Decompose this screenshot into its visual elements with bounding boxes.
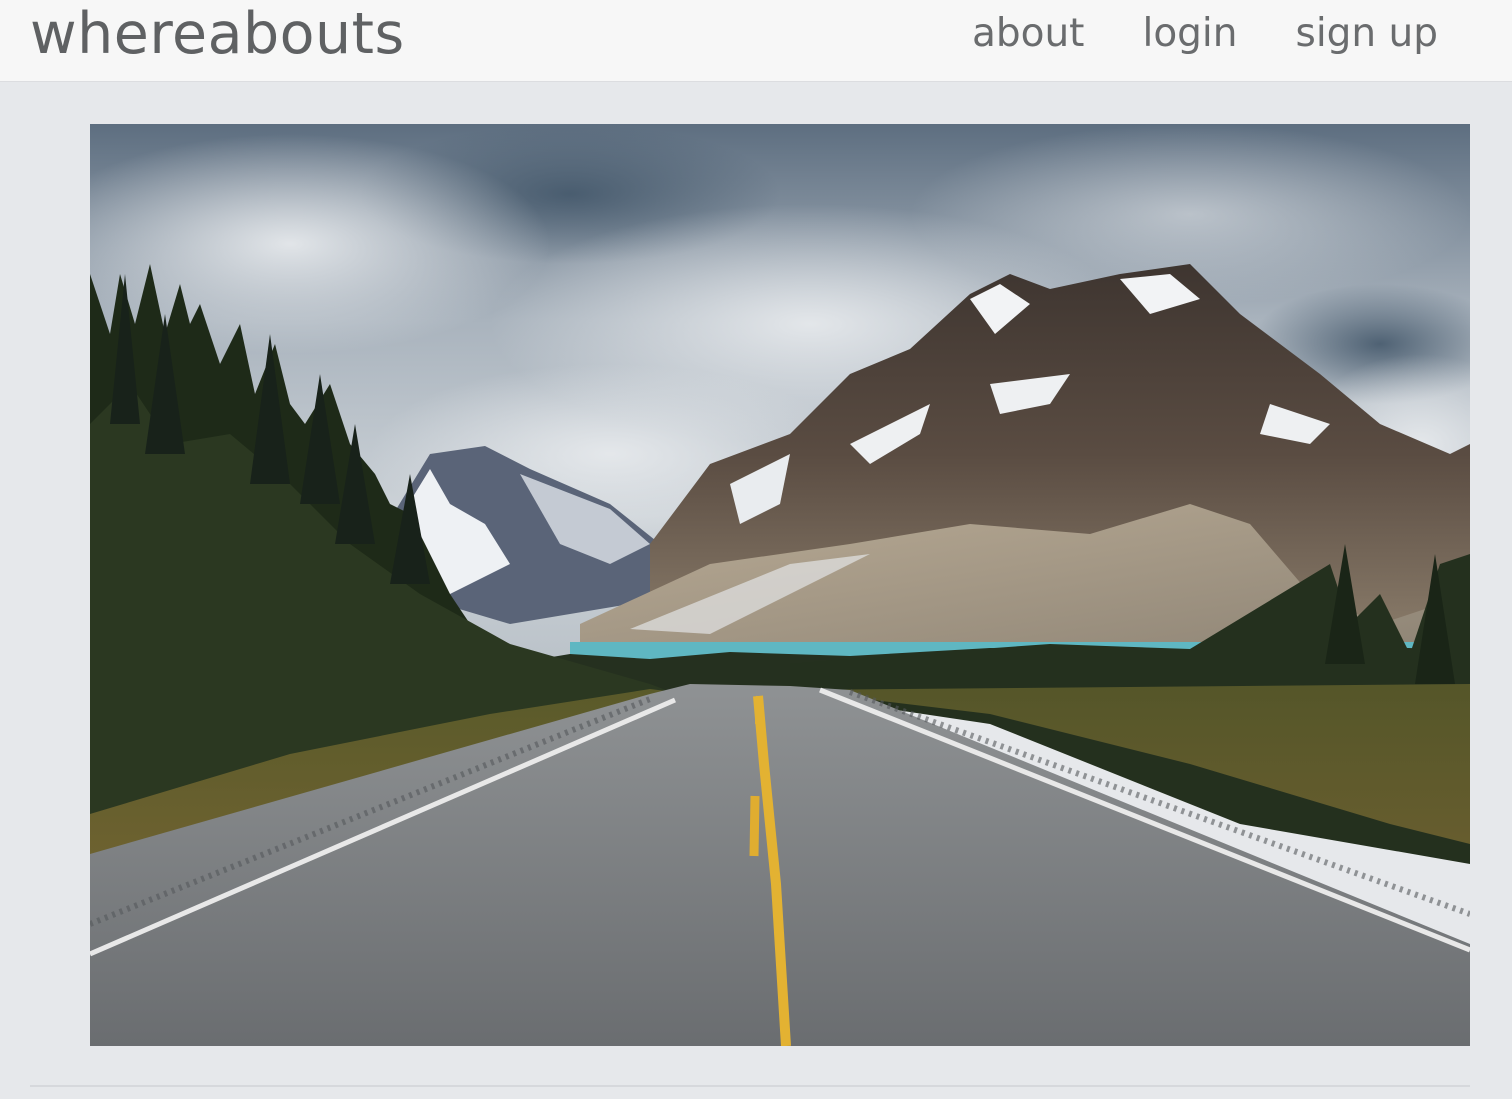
- hero-landscape-illustration: [90, 124, 1470, 1046]
- brand-logo-link[interactable]: whereabouts: [30, 0, 405, 68]
- nav-link-about[interactable]: about: [972, 11, 1085, 56]
- nav-link-login[interactable]: login: [1142, 11, 1237, 56]
- nav-link-sign-up[interactable]: sign up: [1296, 11, 1439, 56]
- hero-image: [90, 124, 1470, 1046]
- section-divider: [30, 1085, 1470, 1087]
- top-navbar: whereabouts about login sign up: [0, 0, 1512, 82]
- nav-links: about login sign up: [972, 0, 1438, 66]
